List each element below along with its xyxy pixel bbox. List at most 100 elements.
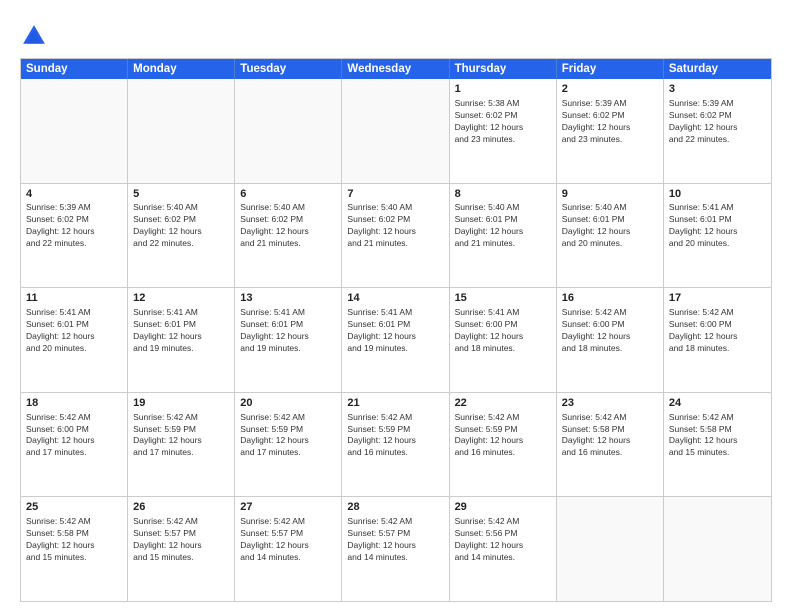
calendar-cell: 22Sunrise: 5:42 AM Sunset: 5:59 PM Dayli… xyxy=(450,393,557,497)
calendar-cell xyxy=(235,79,342,183)
day-number: 12 xyxy=(133,291,229,306)
calendar-day-header: Saturday xyxy=(664,59,771,79)
calendar-cell: 11Sunrise: 5:41 AM Sunset: 6:01 PM Dayli… xyxy=(21,288,128,392)
calendar-day-header: Sunday xyxy=(21,59,128,79)
calendar-cell: 19Sunrise: 5:42 AM Sunset: 5:59 PM Dayli… xyxy=(128,393,235,497)
calendar-cell: 25Sunrise: 5:42 AM Sunset: 5:58 PM Dayli… xyxy=(21,497,128,601)
calendar-row: 18Sunrise: 5:42 AM Sunset: 6:00 PM Dayli… xyxy=(21,392,771,497)
calendar-cell: 21Sunrise: 5:42 AM Sunset: 5:59 PM Dayli… xyxy=(342,393,449,497)
day-number: 7 xyxy=(347,187,443,202)
calendar-day-header: Friday xyxy=(557,59,664,79)
cell-sun-info: Sunrise: 5:40 AM Sunset: 6:01 PM Dayligh… xyxy=(455,202,551,250)
calendar-day-header: Wednesday xyxy=(342,59,449,79)
day-number: 21 xyxy=(347,396,443,411)
day-number: 18 xyxy=(26,396,122,411)
day-number: 15 xyxy=(455,291,551,306)
day-number: 27 xyxy=(240,500,336,515)
day-number: 14 xyxy=(347,291,443,306)
calendar-cell: 12Sunrise: 5:41 AM Sunset: 6:01 PM Dayli… xyxy=(128,288,235,392)
calendar-body: 1Sunrise: 5:38 AM Sunset: 6:02 PM Daylig… xyxy=(21,79,771,601)
cell-sun-info: Sunrise: 5:41 AM Sunset: 6:01 PM Dayligh… xyxy=(347,307,443,355)
calendar-cell xyxy=(342,79,449,183)
page-header xyxy=(20,18,772,50)
calendar-cell: 10Sunrise: 5:41 AM Sunset: 6:01 PM Dayli… xyxy=(664,184,771,288)
day-number: 3 xyxy=(669,82,766,97)
cell-sun-info: Sunrise: 5:40 AM Sunset: 6:02 PM Dayligh… xyxy=(347,202,443,250)
day-number: 1 xyxy=(455,82,551,97)
cell-sun-info: Sunrise: 5:42 AM Sunset: 5:56 PM Dayligh… xyxy=(455,516,551,564)
cell-sun-info: Sunrise: 5:42 AM Sunset: 5:59 PM Dayligh… xyxy=(455,412,551,460)
calendar-cell: 16Sunrise: 5:42 AM Sunset: 6:00 PM Dayli… xyxy=(557,288,664,392)
cell-sun-info: Sunrise: 5:40 AM Sunset: 6:02 PM Dayligh… xyxy=(133,202,229,250)
cell-sun-info: Sunrise: 5:42 AM Sunset: 5:58 PM Dayligh… xyxy=(669,412,766,460)
day-number: 9 xyxy=(562,187,658,202)
calendar-header: SundayMondayTuesdayWednesdayThursdayFrid… xyxy=(21,59,771,79)
day-number: 23 xyxy=(562,396,658,411)
calendar-cell: 13Sunrise: 5:41 AM Sunset: 6:01 PM Dayli… xyxy=(235,288,342,392)
day-number: 2 xyxy=(562,82,658,97)
calendar-cell: 2Sunrise: 5:39 AM Sunset: 6:02 PM Daylig… xyxy=(557,79,664,183)
cell-sun-info: Sunrise: 5:42 AM Sunset: 6:00 PM Dayligh… xyxy=(562,307,658,355)
calendar-cell: 5Sunrise: 5:40 AM Sunset: 6:02 PM Daylig… xyxy=(128,184,235,288)
logo xyxy=(20,22,52,50)
calendar-row: 11 Sunrise: 5:41 AM Sunset: 6:01 PM Dayli… xyxy=(21,287,771,392)
cell-sun-info: Sunrise: 5:42 AM Sunset: 5:59 PM Dayligh… xyxy=(347,412,443,460)
day-number: 6 xyxy=(240,187,336,202)
cell-sun-info: Sunrise: 5:42 AM Sunset: 5:57 PM Dayligh… xyxy=(347,516,443,564)
calendar-day-header: Tuesday xyxy=(235,59,342,79)
cell-sun-info: Sunrise: 5:38 AM Sunset: 6:02 PM Dayligh… xyxy=(455,98,551,146)
day-number: 24 xyxy=(669,396,766,411)
calendar-row: 4Sunrise: 5:39 AM Sunset: 6:02 PM Daylig… xyxy=(21,183,771,288)
day-number: 10 xyxy=(669,187,766,202)
cell-sun-info: Sunrise: 5:39 AM Sunset: 6:02 PM Dayligh… xyxy=(26,202,122,250)
day-number: 26 xyxy=(133,500,229,515)
day-number: 19 xyxy=(133,396,229,411)
day-number: 29 xyxy=(455,500,551,515)
day-number: 17 xyxy=(669,291,766,306)
calendar: SundayMondayTuesdayWednesdayThursdayFrid… xyxy=(20,58,772,602)
cell-sun-info: Sunrise: 5:42 AM Sunset: 5:58 PM Dayligh… xyxy=(562,412,658,460)
calendar-cell: 9Sunrise: 5:40 AM Sunset: 6:01 PM Daylig… xyxy=(557,184,664,288)
logo-icon xyxy=(20,22,48,50)
cell-sun-info: Sunrise: 5:40 AM Sunset: 6:01 PM Dayligh… xyxy=(562,202,658,250)
calendar-cell: 28Sunrise: 5:42 AM Sunset: 5:57 PM Dayli… xyxy=(342,497,449,601)
calendar-cell xyxy=(664,497,771,601)
calendar-cell: 3Sunrise: 5:39 AM Sunset: 6:02 PM Daylig… xyxy=(664,79,771,183)
day-number: 11 xyxy=(26,291,122,306)
calendar-row: 1Sunrise: 5:38 AM Sunset: 6:02 PM Daylig… xyxy=(21,79,771,183)
cell-sun-info: Sunrise: 5:42 AM Sunset: 5:59 PM Dayligh… xyxy=(133,412,229,460)
cell-sun-info: Sunrise: 5:39 AM Sunset: 6:02 PM Dayligh… xyxy=(562,98,658,146)
cell-sun-info: Sunrise: 5:41 AM Sunset: 6:01 PM Dayligh… xyxy=(669,202,766,250)
day-number: 20 xyxy=(240,396,336,411)
cell-sun-info: Sunrise: 5:41 AM Sunset: 6:01 PM Dayligh… xyxy=(240,307,336,355)
calendar-cell: 23Sunrise: 5:42 AM Sunset: 5:58 PM Dayli… xyxy=(557,393,664,497)
calendar-row: 25Sunrise: 5:42 AM Sunset: 5:58 PM Dayli… xyxy=(21,496,771,601)
cell-sun-info: Sunrise: 5:42 AM Sunset: 6:00 PM Dayligh… xyxy=(669,307,766,355)
calendar-cell: 7Sunrise: 5:40 AM Sunset: 6:02 PM Daylig… xyxy=(342,184,449,288)
calendar-cell: 29Sunrise: 5:42 AM Sunset: 5:56 PM Dayli… xyxy=(450,497,557,601)
day-number: 13 xyxy=(240,291,336,306)
cell-sun-info: Sunrise: 5:42 AM Sunset: 6:00 PM Dayligh… xyxy=(26,412,122,460)
day-number: 8 xyxy=(455,187,551,202)
cell-sun-info: Sunrise: 5:41 AM Sunset: 6:01 PM Dayligh… xyxy=(133,307,229,355)
calendar-cell: 27Sunrise: 5:42 AM Sunset: 5:57 PM Dayli… xyxy=(235,497,342,601)
cell-sun-info: Sunrise: 5:42 AM Sunset: 5:57 PM Dayligh… xyxy=(133,516,229,564)
day-number: 25 xyxy=(26,500,122,515)
calendar-cell: 6Sunrise: 5:40 AM Sunset: 6:02 PM Daylig… xyxy=(235,184,342,288)
calendar-day-header: Monday xyxy=(128,59,235,79)
cell-sun-info: Sunrise: 5:41 AM Sunset: 6:00 PM Dayligh… xyxy=(455,307,551,355)
cell-sun-info: Sunrise: 5:39 AM Sunset: 6:02 PM Dayligh… xyxy=(669,98,766,146)
day-number: 16 xyxy=(562,291,658,306)
calendar-day-header: Thursday xyxy=(450,59,557,79)
calendar-cell xyxy=(557,497,664,601)
cell-sun-info: Sunrise: 5:42 AM Sunset: 5:57 PM Dayligh… xyxy=(240,516,336,564)
calendar-cell: 4Sunrise: 5:39 AM Sunset: 6:02 PM Daylig… xyxy=(21,184,128,288)
cell-sun-info: Sunrise: 5:42 AM Sunset: 5:58 PM Dayligh… xyxy=(26,516,122,564)
calendar-cell xyxy=(21,79,128,183)
calendar-cell: 1Sunrise: 5:38 AM Sunset: 6:02 PM Daylig… xyxy=(450,79,557,183)
day-number: 4 xyxy=(26,187,122,202)
calendar-cell: 14Sunrise: 5:41 AM Sunset: 6:01 PM Dayli… xyxy=(342,288,449,392)
calendar-cell: 20Sunrise: 5:42 AM Sunset: 5:59 PM Dayli… xyxy=(235,393,342,497)
day-number: 5 xyxy=(133,187,229,202)
cell-sun-info: Sunrise: 5:40 AM Sunset: 6:02 PM Dayligh… xyxy=(240,202,336,250)
